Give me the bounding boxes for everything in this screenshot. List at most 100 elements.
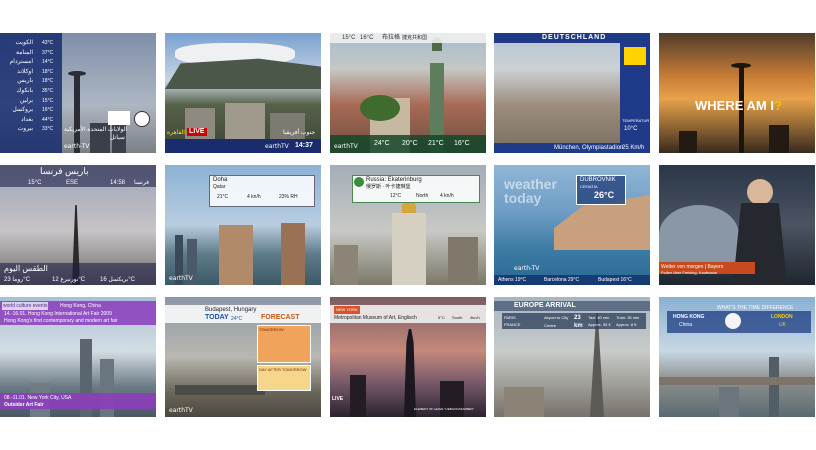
- city-title: باريس فرنسا: [40, 166, 89, 176]
- thumb-munich[interactable]: DEUTSCHLAND TEMPERATUR 10°C München, Oly…: [494, 33, 650, 153]
- country-label: Qatar: [213, 184, 226, 190]
- city-label: HONG KONG: [673, 314, 705, 320]
- thumb-weather-presenter[interactable]: Wetter von morgen | Bayern Pollen über F…: [659, 165, 815, 285]
- country-label: China: [679, 322, 693, 328]
- city-sublabel: 俄罗斯 · 叶卡捷琳堡: [366, 184, 411, 190]
- top-temp: 15°C: [342, 35, 356, 41]
- stat-value: 21°C: [217, 194, 229, 200]
- stat-value: North: [416, 193, 429, 199]
- stat-value: 23% RH: [279, 194, 298, 200]
- ticker-item: روما 23°C: [4, 277, 30, 283]
- time-label: 14:58: [110, 180, 126, 186]
- country-label: FRANCE: [504, 322, 521, 327]
- clock-icon: [725, 313, 741, 329]
- thumb-ekaterinburg[interactable]: Russia: Ekaterinburg 俄罗斯 · 叶卡捷琳堡 12°C No…: [330, 165, 486, 285]
- ticker-item: Barcelona 29°C: [544, 277, 580, 283]
- temperature: 10°C: [624, 126, 638, 132]
- location-label: München, Olympiastadion: [554, 145, 624, 151]
- thumb-arabic-seattle[interactable]: الكويت المنامة امستردام اوكلاند باريس با…: [0, 33, 156, 153]
- distance-label: 23 km: [574, 315, 583, 329]
- ticker-item: بريكسل 16°C: [100, 277, 135, 283]
- stat-value: 4 kn/h: [440, 193, 454, 199]
- wind-speed: 25 Km/h: [622, 145, 645, 151]
- city-item: بيروت: [17, 126, 33, 133]
- ticker-item: نورنبرغ 12°C: [52, 277, 86, 283]
- temp-item: 33°C: [42, 126, 54, 133]
- country-subtitle: 捷克共和国: [402, 35, 428, 41]
- weather-icon: [108, 111, 130, 125]
- stat-value: 5°C: [438, 315, 445, 320]
- event-line: Outsider Art Fair: [4, 402, 44, 408]
- city-item: اوكلاند: [17, 68, 33, 75]
- thumb-budapest[interactable]: Budapest, Hungary TODAY 24°C FORECAST TO…: [165, 297, 321, 417]
- caption-note: ELEMENT OF LEAVE "LIEBLINGSFARBEN": [414, 407, 474, 411]
- taxi-cost: Approx. 55 €: [588, 322, 611, 327]
- temperature: 26°C: [594, 190, 615, 200]
- stat-value: 4kn/h: [470, 315, 480, 320]
- after-tomorrow-label: DAY AFTER TOMORROW: [259, 367, 307, 372]
- weather-today-watermark: weather today: [504, 176, 557, 206]
- train-cost: Approx. 8 €: [616, 322, 637, 327]
- earthtv-logo: earthTV: [265, 143, 289, 150]
- stat-value: South: [452, 315, 463, 320]
- temp-item: 18°C: [42, 78, 54, 85]
- thumb-where-am-i[interactable]: WHERE AM I?: [659, 33, 815, 153]
- wind-label: ESE: [66, 180, 79, 186]
- live-badge: LIVE: [332, 396, 344, 402]
- country-title: DEUTSCHLAND: [542, 34, 607, 41]
- temp-item: 35°C: [42, 87, 54, 94]
- thumb-time-difference[interactable]: WHAT'S THE TIME DIFFERENCE HONG KONG Chi…: [659, 297, 815, 417]
- thumb-new-york[interactable]: NEW YORK Metropolitan Museum of Art, Eng…: [330, 297, 486, 417]
- clock-icon: [134, 111, 150, 127]
- eu-flag-icon: [624, 47, 646, 65]
- country-label: فرنسا: [134, 180, 150, 186]
- tomorrow-label: TOMORROW: [259, 327, 284, 332]
- temp-item: 43°C: [42, 40, 54, 46]
- thumbnail-grid: الكويت المنامة امستردام اوكلاند باريس با…: [0, 0, 816, 450]
- earthtv-logo: earthTV: [334, 143, 358, 150]
- today-temp: 24°C: [231, 316, 243, 322]
- earthtv-logo: earthTV: [169, 275, 193, 282]
- city-label: LONDON: [771, 314, 793, 320]
- caption-line: Pollen über Freising, Kaufmann: [661, 270, 718, 275]
- forecast-temp: 16°C: [454, 140, 470, 147]
- temp-item: 44°C: [42, 116, 54, 123]
- thumb-hong-kong-art[interactable]: world culture events Hong Kong, China 14…: [0, 297, 156, 417]
- earthtv-logo: earth-TV: [514, 265, 540, 272]
- temp-item: 18°C: [42, 68, 54, 75]
- category-tag: world culture events: [2, 302, 49, 310]
- temp-item: 14°C: [42, 59, 54, 66]
- tile-subheader: سياتل: [110, 135, 125, 141]
- city-item: باريس: [17, 78, 33, 85]
- city-title: 布拉格: [382, 35, 401, 41]
- stat-value: 4 kn/h: [247, 194, 261, 200]
- stat-value: 12°C: [390, 193, 402, 199]
- temp-label: TEMPERATUR: [622, 118, 650, 123]
- ticker-item: Athens 19°C: [498, 277, 527, 283]
- temp-item: 15°C: [42, 97, 54, 104]
- city-item: بروكسل: [12, 107, 33, 114]
- thumb-cape-town[interactable]: LIVE القاهرة جنوب أفريقيا 14:37 earthTV: [165, 33, 321, 153]
- thumb-arabic-paris[interactable]: باريس فرنسا 15°C ESE 14:58 فرنسا الطقس ا…: [0, 165, 156, 285]
- globe-icon: [354, 177, 364, 187]
- city-label: Hong Kong, China: [60, 303, 101, 309]
- city-item: المنامة: [15, 49, 33, 56]
- today-weather: الطقس اليوم: [4, 264, 48, 273]
- city-item: برلين: [19, 97, 33, 104]
- thumb-doha[interactable]: Doha Qatar 21°C 4 kn/h 23% RH earthTV: [165, 165, 321, 285]
- live-badge: LIVE: [187, 128, 207, 136]
- forecast-temp: 20°C: [402, 140, 418, 147]
- presenter-head: [747, 179, 773, 205]
- thumb-dubrovnik[interactable]: weather today DUBROVNIK CROATIA 26°C Ath…: [494, 165, 650, 285]
- thumb-prague[interactable]: 15°C 16°C 布拉格 捷克共和国 24°C 20°C 21°C 16°C …: [330, 33, 486, 153]
- city-item: بانكوك: [16, 87, 33, 94]
- city-item: امستردام: [9, 59, 33, 66]
- thumb-paris-arrival[interactable]: EUROPE ARRIVAL PARIS FRANCE Airport to C…: [494, 297, 650, 417]
- tile-header: الولايات المتحدة الأمريكية: [64, 127, 128, 133]
- today-label: TODAY: [205, 314, 229, 321]
- forecast-label: FORECAST: [261, 314, 300, 321]
- arrival-title: EUROPE ARRIVAL: [514, 302, 576, 309]
- city-label: Budapest, Hungary: [205, 307, 257, 313]
- title-text: WHERE AM I: [695, 98, 774, 113]
- top-temp: 16°C: [360, 35, 374, 41]
